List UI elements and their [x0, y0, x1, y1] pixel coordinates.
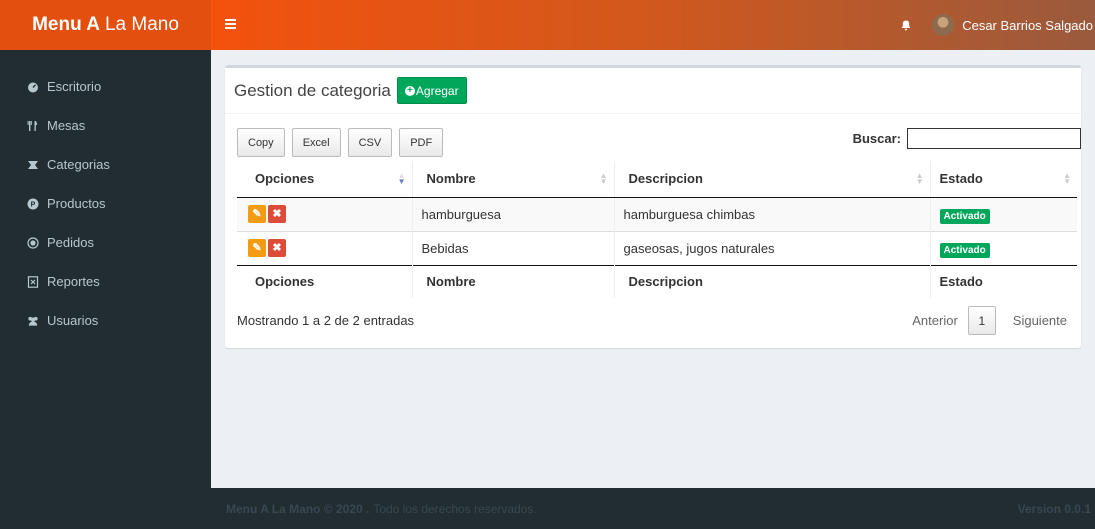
estado-cell: Activado	[929, 230, 1077, 265]
edit-pencil-icon[interactable]: ✎	[248, 239, 266, 257]
sidebar-item-productos[interactable]: P Productos	[0, 184, 211, 223]
sort-icon: ▲ ▼	[599, 171, 608, 186]
delete-x-icon[interactable]: ✖	[268, 239, 286, 257]
logo-bold: Menu A	[32, 14, 100, 35]
sidebar: Escritorio Mesas Categorias P Productos …	[0, 50, 211, 529]
copy-button[interactable]: Copy	[237, 128, 285, 157]
footer-brand: Menu A La Mano © 2020 .	[226, 501, 370, 516]
sort-icon: ▲ ▼	[915, 171, 924, 186]
page-footer: Menu A La Mano © 2020 . Todo los derecho…	[211, 488, 1095, 529]
footer-descripcion: Descripcion	[613, 264, 930, 298]
nombre-cell: hamburguesa	[411, 196, 614, 231]
search-label: Buscar:	[852, 131, 901, 146]
search-input[interactable]	[907, 128, 1081, 149]
options-cell: ✎ ✖	[237, 196, 412, 231]
sidebar-item-reportes[interactable]: Reportes	[0, 262, 211, 301]
descripcion-cell: gaseosas, jugos naturales	[613, 230, 930, 265]
pagination: Anterior 1 Siguiente	[902, 306, 1067, 335]
table-header-row: Opciones ▲ ▼ Nombre ▲ ▼ Descripcion ▲ ▼ Estado…	[237, 161, 1077, 198]
next-page-link[interactable]: Siguiente	[996, 313, 1067, 328]
svg-text:P: P	[31, 201, 36, 208]
plus-circle-icon: +	[404, 85, 415, 96]
excel-button[interactable]: Excel	[291, 128, 341, 157]
sidebar-item-label: Categorias	[47, 157, 110, 172]
user-avatar[interactable]	[932, 14, 955, 36]
footer-opciones: Opciones	[237, 264, 412, 298]
status-badge: Activado	[939, 242, 990, 258]
order-icon	[27, 236, 39, 249]
sort-icon: ▲ ▼	[1063, 171, 1071, 186]
sidebar-item-escritorio[interactable]: Escritorio	[0, 67, 211, 106]
edit-pencil-icon[interactable]: ✎	[248, 205, 266, 223]
cutlery-icon	[27, 120, 39, 132]
nav-right: Cesar Barrios Salgado	[886, 0, 1095, 50]
report-icon	[27, 275, 39, 288]
footer-nombre: Nombre	[411, 264, 614, 298]
column-header-descripcion[interactable]: Descripcion ▲ ▼	[613, 161, 930, 198]
add-button-label: Agregar	[415, 83, 459, 98]
app-logo[interactable]: Menu A La Mano	[0, 0, 211, 50]
estado-cell: Activado	[929, 196, 1077, 231]
sidebar-item-label: Escritorio	[47, 79, 102, 94]
main-content: Gestion de categoria + Agregar Copy Exce…	[211, 50, 1095, 488]
product-icon: P	[27, 198, 39, 210]
nombre-cell: Bebidas	[411, 230, 614, 265]
sidebar-item-categorias[interactable]: Categorias	[0, 145, 211, 184]
user-name[interactable]: Cesar Barrios Salgado	[962, 18, 1093, 33]
table-footer-row: Opciones Nombre Descripcion Estado	[237, 264, 1077, 298]
notifications-bell-icon[interactable]	[886, 20, 926, 31]
column-header-nombre[interactable]: Nombre ▲ ▼	[411, 161, 614, 198]
sidebar-item-pedidos[interactable]: Pedidos	[0, 223, 211, 262]
sidebar-item-label: Productos	[47, 196, 106, 211]
sidebar-item-usuarios[interactable]: Usuarios	[0, 301, 211, 340]
descripcion-cell: hamburguesa chimbas	[613, 196, 930, 231]
category-table: Opciones ▲ ▼ Nombre ▲ ▼ Descripcion ▲ ▼ Estado…	[237, 161, 1077, 298]
pdf-button[interactable]: PDF	[399, 128, 444, 157]
top-bar: Menu A La Mano Cesar Barrios Salgado	[0, 0, 1095, 50]
sort-desc-icon: ▲ ▼	[397, 171, 406, 186]
add-category-button[interactable]: + Agregar	[396, 77, 467, 104]
version-label: Version 0.0.1	[1017, 501, 1091, 516]
logo-rest: La Mano	[104, 14, 179, 35]
column-header-opciones[interactable]: Opciones ▲ ▼	[237, 161, 412, 198]
menu-toggle-icon[interactable]	[225, 16, 245, 34]
page-title: Gestion de categoria	[234, 80, 391, 100]
sidebar-item-label: Pedidos	[47, 235, 94, 250]
status-badge: Activado	[939, 208, 990, 224]
column-label: Opciones	[255, 171, 315, 187]
previous-page-link[interactable]: Anterior	[902, 313, 968, 328]
delete-x-icon[interactable]: ✖	[268, 205, 286, 223]
footer-rights: Todo los derechos reservados.	[373, 501, 537, 516]
sidebar-item-label: Usuarios	[47, 313, 99, 328]
sidebar-item-mesas[interactable]: Mesas	[0, 106, 211, 145]
search-area: Buscar:	[853, 128, 1081, 149]
users-icon	[27, 315, 39, 327]
page-1-button[interactable]: 1	[967, 306, 996, 335]
category-icon	[27, 159, 39, 171]
sidebar-item-label: Reportes	[47, 274, 100, 289]
column-label: Estado	[939, 171, 983, 187]
dashboard-icon	[27, 81, 39, 93]
column-label: Nombre	[426, 171, 476, 187]
options-cell: ✎ ✖	[237, 230, 412, 265]
table-row: ✎ ✖ Bebidas gaseosas, jugos naturales Act…	[237, 230, 1077, 265]
column-header-estado[interactable]: Estado ▲ ▼	[929, 161, 1077, 198]
box-header: Gestion de categoria + Agregar	[225, 68, 1081, 114]
table-info: Mostrando 1 a 2 de 2 entradas	[237, 313, 415, 328]
category-box: Gestion de categoria + Agregar Copy Exce…	[225, 65, 1081, 348]
footer-estado: Estado	[929, 264, 1077, 298]
csv-button[interactable]: CSV	[347, 128, 393, 157]
sidebar-item-label: Mesas	[47, 118, 86, 133]
column-label: Descripcion	[628, 171, 703, 187]
export-toolbar: Copy Excel CSV PDF	[237, 128, 450, 157]
navbar: Cesar Barrios Salgado	[211, 0, 1095, 50]
table-row: ✎ ✖ hamburguesa hamburguesa chimbas Activ…	[237, 196, 1077, 231]
